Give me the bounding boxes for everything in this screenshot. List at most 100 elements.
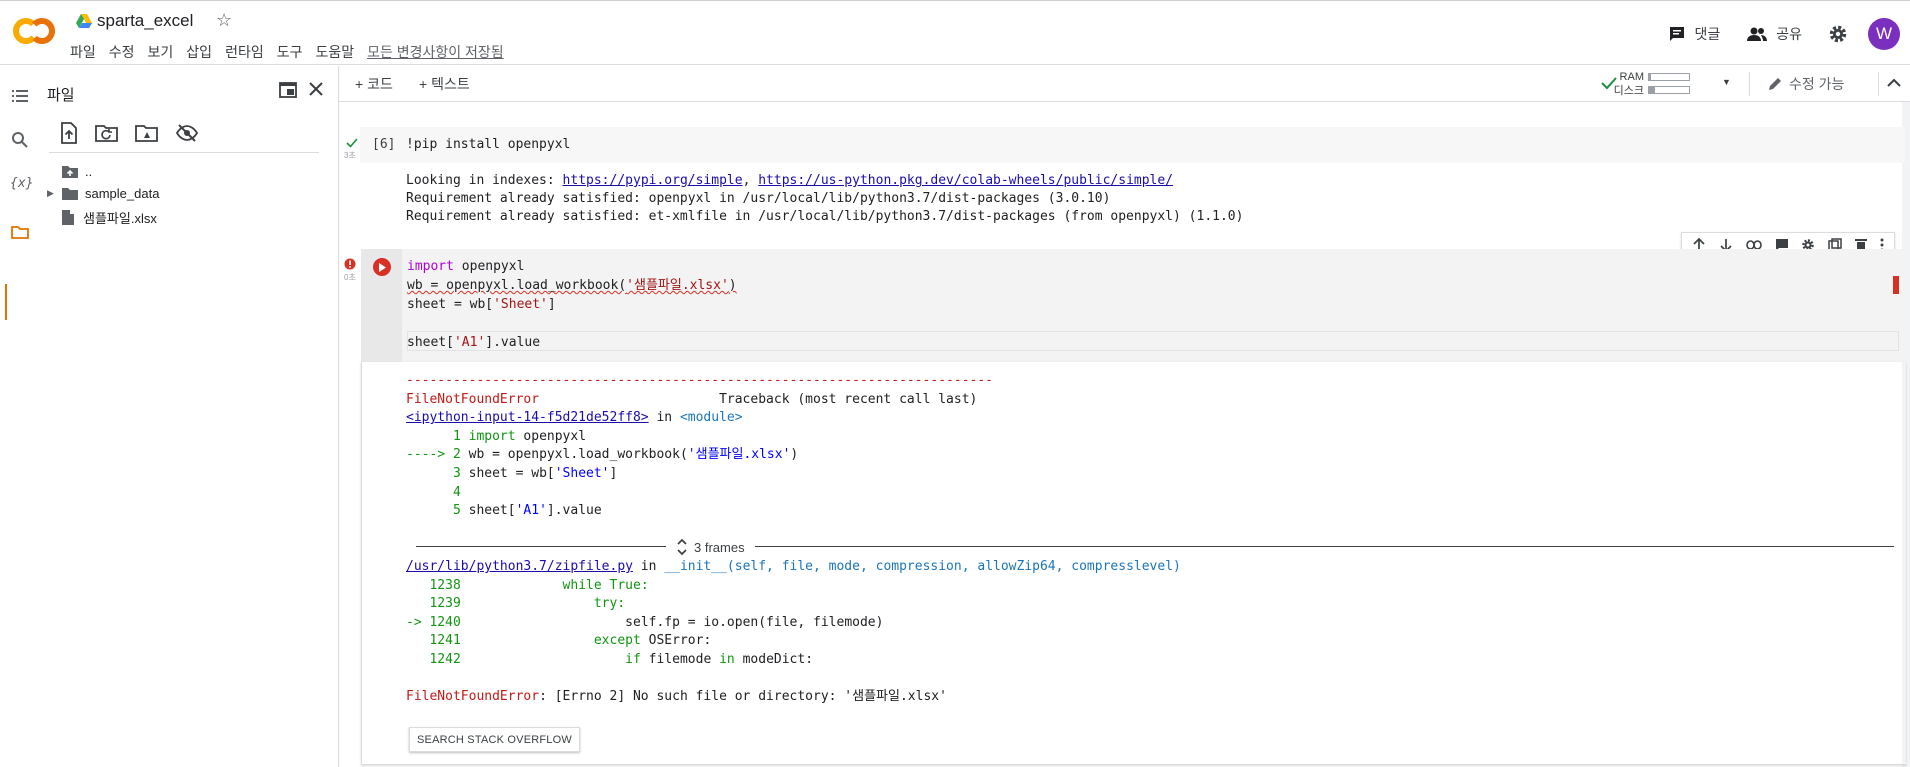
folder-icon[interactable] — [10, 222, 30, 242]
code-token: sheet = wb[ — [407, 297, 494, 312]
line-number-current: ----> 2 — [406, 447, 469, 463]
file-icon — [62, 210, 74, 225]
comment-button[interactable]: 댓글 — [1668, 24, 1720, 44]
success-check-icon — [346, 138, 358, 148]
line-number: 4 — [406, 484, 461, 500]
menu-edit[interactable]: 수정 — [109, 42, 135, 62]
hide-files-icon[interactable] — [175, 122, 199, 144]
open-in-tab-icon[interactable] — [279, 82, 297, 98]
tree-item-label: 샘플파일.xlsx — [83, 211, 157, 226]
panel-divider — [49, 152, 319, 153]
code-token: except — [593, 633, 641, 649]
upload-file-icon[interactable] — [59, 122, 79, 144]
tree-item-parent[interactable]: .. — [47, 164, 92, 179]
code-token: ].value — [546, 503, 602, 519]
cell2-code-editor[interactable]: import openpyxl wb = openpyxl.load_workb… — [407, 257, 737, 352]
tree-item-sample-data[interactable]: ▶ sample_data — [47, 186, 159, 201]
code-token: OSError: — [640, 633, 712, 649]
menu-insert[interactable]: 삽입 — [186, 42, 212, 62]
menu-file[interactable]: 파일 — [70, 42, 96, 62]
star-icon[interactable]: ☆ — [216, 10, 232, 31]
code-token: filemode — [640, 651, 720, 667]
resource-dropdown-icon[interactable]: ▼ — [1722, 77, 1731, 87]
zipfile-link[interactable]: /usr/lib/python3.7/zipfile.py — [406, 559, 633, 574]
files-panel: 파일 .. ▶ sample_data 샘플파일.xlsx — [37, 66, 339, 767]
mount-drive-icon[interactable] — [135, 122, 159, 144]
account-avatar[interactable]: W — [1868, 18, 1900, 50]
cell1-code[interactable]: !pip install openpyxl — [406, 137, 570, 152]
code-token: modeDict: — [734, 651, 814, 667]
drive-icon — [76, 14, 92, 28]
close-icon[interactable] — [307, 80, 325, 98]
variables-icon[interactable]: {x} — [10, 176, 33, 196]
menu-help[interactable]: 도움말 — [315, 42, 354, 62]
module-name: <module> — [679, 410, 743, 426]
saved-status-link[interactable]: 모든 변경사항이 저장됨 — [367, 42, 504, 62]
code-token: 'Sheet' — [493, 297, 548, 312]
code-token: '샘플파일.xlsx' — [687, 447, 791, 463]
final-error-name: FileNotFoundError — [406, 689, 540, 705]
settings-gear-icon[interactable] — [1828, 24, 1848, 44]
cell2-exec-time: 0초 — [344, 273, 356, 282]
code-cell-1[interactable]: [6] !pip install openpyxl — [360, 127, 1905, 163]
code-token: '샘플파일.xlsx' — [626, 278, 729, 293]
share-label: 공유 — [1776, 26, 1802, 42]
code-token: ] — [609, 465, 618, 481]
expand-frames-toggle[interactable]: 3 frames — [666, 538, 755, 556]
code-token: ].value — [485, 335, 541, 350]
code-token-error: wb = openpyxl.load_workbook('샘플파일.xlsx') — [407, 278, 737, 293]
code-token: import — [468, 428, 516, 444]
search-icon[interactable] — [10, 130, 30, 150]
comment-icon — [1670, 27, 1685, 41]
app-header: sparta_excel ☆ 파일 수정 보기 삽입 런타임 도구 도움말 모든… — [0, 0, 1910, 65]
run-cell-button[interactable] — [371, 256, 393, 278]
code-token: openpyxl — [453, 259, 525, 274]
code-token: sheet[ — [468, 503, 516, 519]
code-token: ) — [728, 278, 737, 293]
colab-wheels-link[interactable]: https://us-python.pkg.dev/colab-wheels/p… — [758, 173, 1173, 188]
expand-caret-icon[interactable]: ▶ — [47, 188, 61, 199]
colab-logo-icon[interactable] — [13, 17, 55, 45]
left-rail: {x} — [0, 66, 37, 767]
tree-item-label: .. — [85, 164, 93, 179]
line-number: 1239 — [406, 596, 469, 612]
notebook-title[interactable]: sparta_excel — [97, 11, 193, 31]
folder-icon — [62, 187, 78, 200]
edit-mode-button[interactable]: 수정 가능 — [1767, 74, 1844, 94]
resource-monitor[interactable]: RAM 디스크 — [1604, 70, 1690, 97]
share-button[interactable]: 공유 — [1746, 24, 1802, 44]
edit-mode-label: 수정 가능 — [1789, 76, 1845, 92]
pypi-link[interactable]: https://pypi.org/simple — [563, 173, 743, 188]
collapse-chevron-up-icon[interactable] — [1887, 78, 1901, 88]
add-text-button[interactable]: + 텍스트 — [419, 74, 470, 94]
unfold-icon — [677, 538, 687, 556]
code-token: 'A1' — [515, 503, 547, 519]
menu-runtime[interactable]: 런타임 — [225, 42, 264, 62]
code-token: while — [562, 577, 602, 593]
traceback-output: ----------------------------------------… — [406, 372, 1181, 707]
code-token: openpyxl — [515, 428, 587, 444]
code-token: try: — [593, 596, 626, 612]
final-error-message: : [Errno 2] No such file or directory: '… — [539, 689, 947, 705]
cell1-exec-count: [6] — [372, 137, 396, 152]
pencil-icon — [1769, 78, 1781, 90]
tree-item-label: sample_data — [85, 186, 160, 201]
code-cell-2[interactable]: import openpyxl wb = openpyxl.load_workb… — [361, 249, 1906, 362]
menu-tools[interactable]: 도구 — [277, 42, 303, 62]
tree-item-xlsx-file[interactable]: 샘플파일.xlsx — [47, 208, 157, 227]
search-stack-overflow-button[interactable]: SEARCH STACK OVERFLOW — [409, 727, 580, 752]
toolbar-divider — [1878, 72, 1879, 96]
table-of-contents-icon[interactable] — [10, 86, 30, 106]
ipython-input-link[interactable]: <ipython-input-14-f5d21de52ff8> — [406, 410, 649, 425]
refresh-folder-icon[interactable] — [95, 122, 119, 144]
code-token: True: — [601, 577, 649, 593]
disk-usage-fill — [1649, 86, 1655, 93]
play-icon — [379, 262, 386, 272]
add-code-button[interactable]: + 코드 — [355, 74, 393, 94]
folder-up-icon — [62, 165, 78, 178]
output-text: Looking in indexes: — [406, 173, 563, 188]
menu-view[interactable]: 보기 — [148, 42, 174, 62]
